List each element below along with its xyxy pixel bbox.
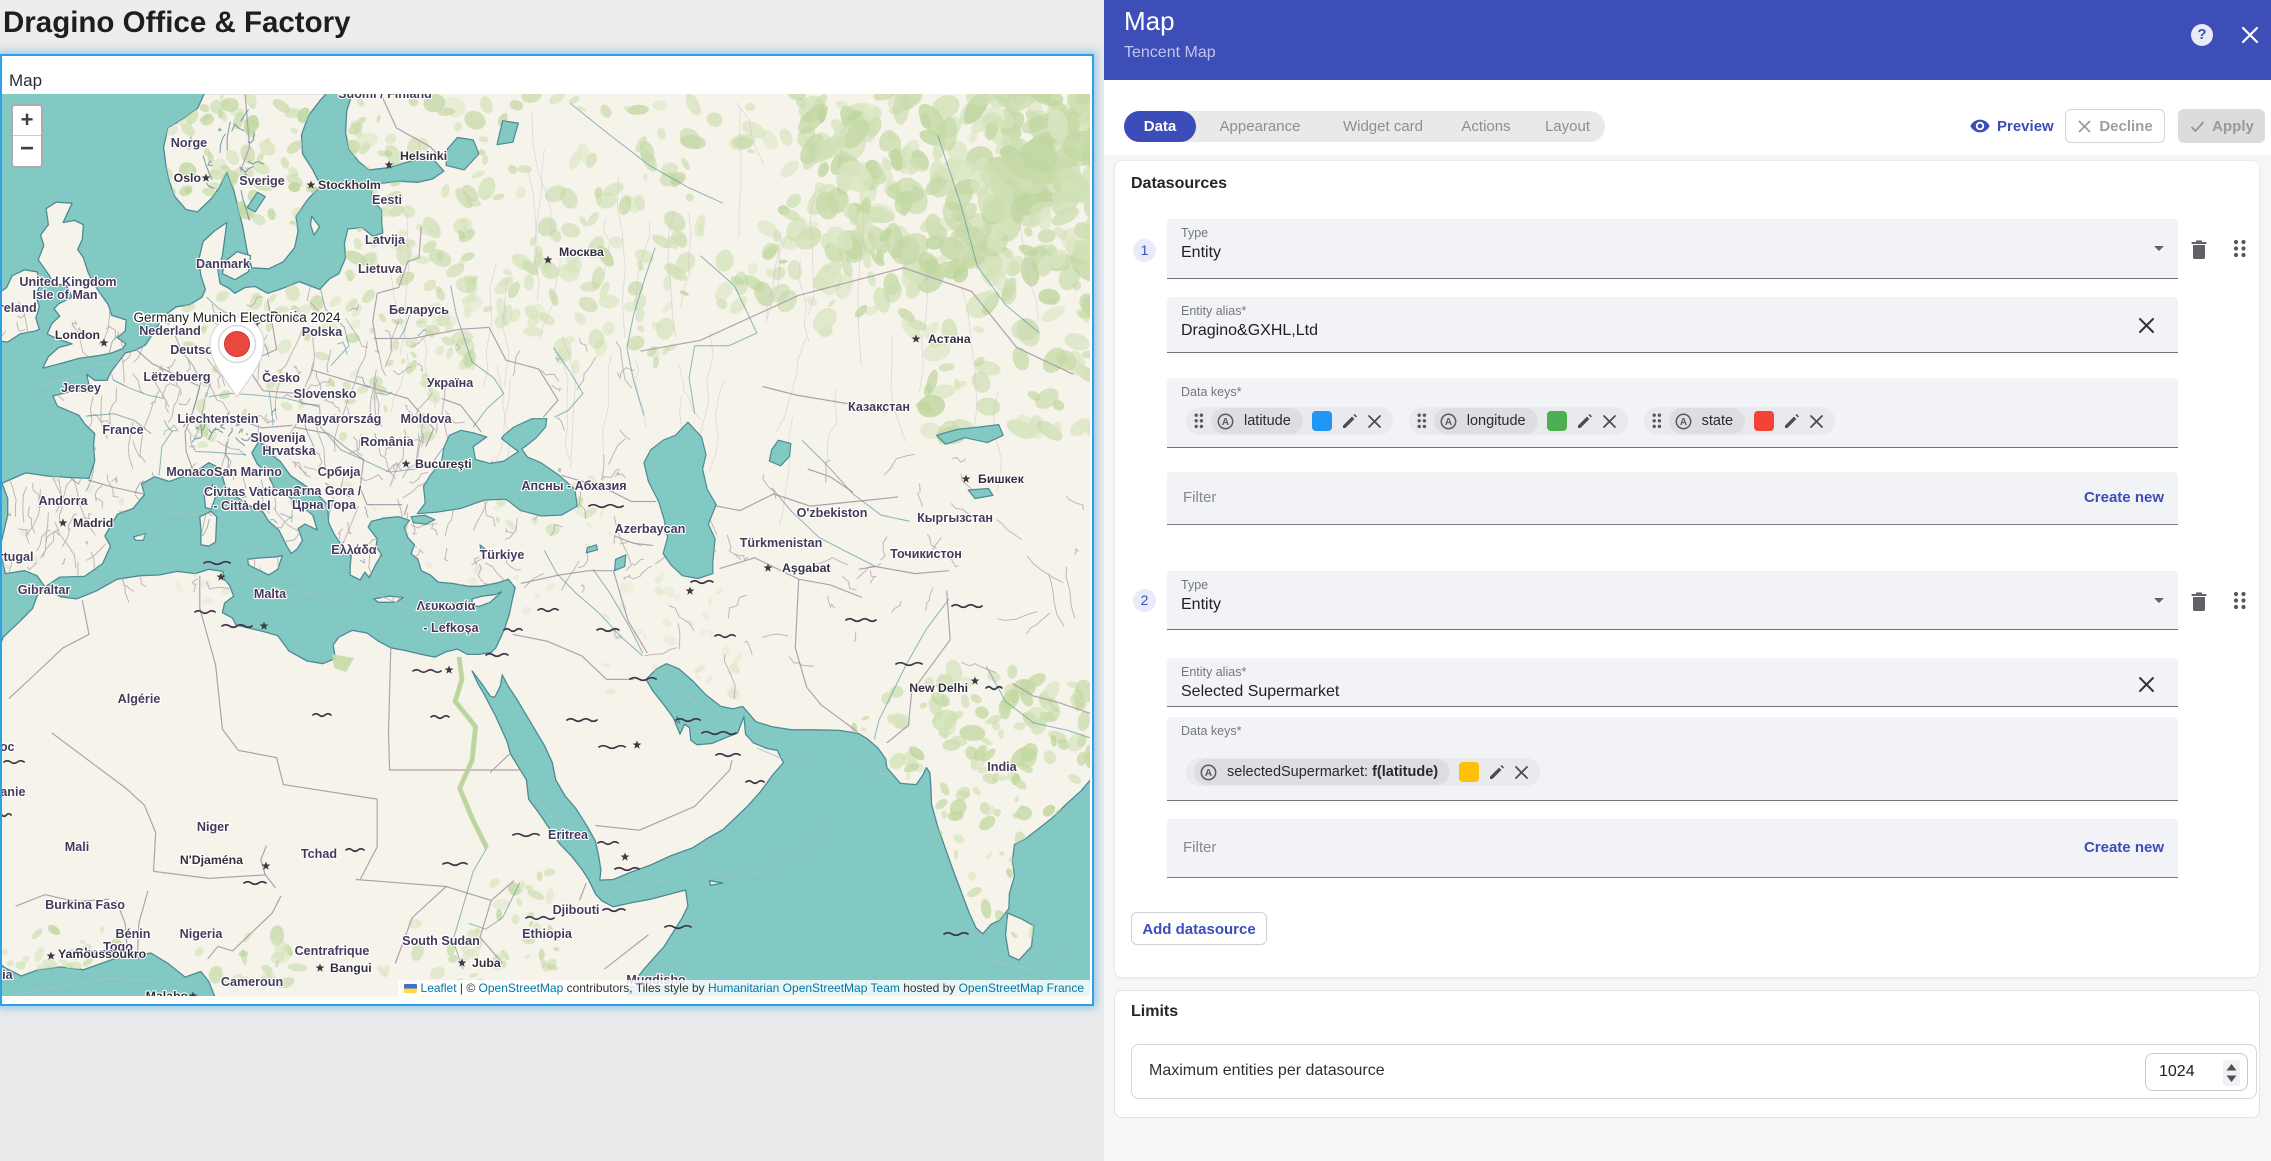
svg-text:Bucureşti: Bucureşti [415, 457, 472, 471]
svg-text:Hrvatska: Hrvatska [262, 444, 316, 458]
svg-text:London: London [55, 328, 100, 342]
svg-text:Україна: Україна [427, 376, 475, 390]
svg-text:Portugal: Portugal [2, 550, 34, 564]
svg-text:Latvija: Latvija [365, 233, 406, 247]
svg-text:Nigeria: Nigeria [180, 927, 224, 941]
svg-text:India: India [987, 760, 1017, 774]
svg-text:Malabo: Malabo [146, 989, 189, 996]
svg-text:Точикистон: Точикистон [890, 547, 962, 561]
svg-text:Madrid: Madrid [73, 516, 113, 530]
svg-text:Бишкек: Бишкек [978, 472, 1025, 486]
svg-text:Gibraltar: Gibraltar [18, 583, 71, 597]
svg-text:Algérie: Algérie [118, 692, 161, 706]
svg-text:A: A [1205, 768, 1212, 779]
svg-text:Астана: Астана [928, 332, 971, 346]
svg-text:Liberia: Liberia [2, 968, 14, 982]
svg-text:Moldova: Moldova [400, 412, 452, 426]
svg-text:Türkiye: Türkiye [480, 548, 525, 562]
svg-text:România: România [360, 435, 414, 449]
svg-text:Isle of Man: Isle of Man [32, 288, 97, 302]
svg-text:Ethiopia: Ethiopia [522, 927, 573, 941]
svg-text:Казакстан: Казакстан [848, 400, 910, 414]
svg-text:Maroc: Maroc [2, 740, 15, 754]
svg-text:Djibouti: Djibouti [553, 903, 600, 917]
svg-text:Lietuva: Lietuva [358, 262, 403, 276]
svg-text:Кыргызстан: Кыргызстан [917, 511, 993, 525]
svg-text:Slovenija: Slovenija [250, 431, 306, 445]
svg-text:Azerbaycan: Azerbaycan [615, 522, 686, 536]
svg-text:Bénin: Bénin [116, 927, 151, 941]
svg-text:A: A [1445, 417, 1452, 428]
svg-text:Mali: Mali [65, 840, 90, 854]
svg-text:Norge: Norge [171, 136, 207, 150]
svg-text:Germany Munich Electronica 202: Germany Munich Electronica 2024 [133, 310, 341, 325]
svg-text:South Sudan: South Sudan [402, 934, 480, 948]
svg-text:Centrafrique: Centrafrique [295, 944, 370, 958]
svg-text:Eesti: Eesti [372, 193, 402, 207]
svg-text:A: A [1222, 417, 1229, 428]
svg-text:Stockholm: Stockholm [318, 178, 381, 192]
svg-text:N'Djaména: N'Djaména [180, 853, 243, 867]
svg-text:Србија: Србија [318, 465, 362, 479]
svg-text:Polska: Polska [302, 325, 344, 339]
svg-text:San Marino: San Marino [214, 465, 282, 479]
svg-text:Magyarország: Magyarország [297, 412, 382, 426]
svg-text:France: France [102, 423, 143, 437]
svg-text:Suomi / Finland: Suomi / Finland [338, 94, 432, 101]
svg-text:Helsinki: Helsinki [400, 149, 447, 163]
svg-text:Niger: Niger [197, 820, 229, 834]
svg-text:Crna Gora /: Crna Gora / [293, 484, 362, 498]
svg-text:Andorra: Andorra [39, 494, 89, 508]
svg-text:Tchad: Tchad [301, 847, 337, 861]
svg-text:Беларусь: Беларусь [389, 303, 449, 317]
svg-text:Cameroun: Cameroun [221, 975, 283, 989]
svg-text:Danmark: Danmark [196, 257, 251, 271]
svg-text:Mauritanie: Mauritanie [2, 785, 25, 799]
svg-text:New Delhi: New Delhi [909, 681, 968, 695]
svg-text:Sverige: Sverige [239, 174, 285, 188]
svg-text:Апсны - Абхазия: Апсны - Абхазия [521, 479, 626, 493]
svg-text:Juba: Juba [472, 956, 501, 970]
svg-text:Yamoussoukro: Yamoussoukro [58, 947, 147, 961]
svg-text:Lëtzebuerg: Lëtzebuerg [143, 370, 210, 384]
svg-text:- Lefkoşa: - Lefkoşa [423, 621, 479, 635]
svg-text:Türkmenistan: Türkmenistan [740, 536, 823, 550]
svg-text:Česko: Česko [262, 370, 300, 385]
svg-text:United Kingdom: United Kingdom [19, 275, 116, 289]
svg-text:O'zbekiston: O'zbekiston [797, 506, 868, 520]
svg-text:Ireland: Ireland [2, 301, 37, 315]
svg-text:Москва: Москва [559, 245, 604, 259]
svg-text:Oslo: Oslo [174, 171, 202, 185]
svg-text:Slovensko: Slovensko [294, 387, 357, 401]
svg-text:A: A [1680, 417, 1687, 428]
svg-text:Λευκωσία: Λευκωσία [417, 599, 476, 613]
svg-text:Jersey: Jersey [61, 381, 101, 395]
svg-text:Burkina Faso: Burkina Faso [45, 898, 125, 912]
svg-text:Eritrea: Eritrea [548, 828, 589, 842]
svg-text:Aşgabat: Aşgabat [782, 561, 831, 575]
svg-text:Црна Гора: Црна Гора [292, 498, 357, 512]
svg-text:Ελλάδα: Ελλάδα [331, 543, 377, 557]
svg-text:- Città del: - Città del [213, 499, 270, 513]
svg-text:Liechtenstein: Liechtenstein [177, 412, 258, 426]
svg-text:Monaco: Monaco [166, 465, 214, 479]
svg-text:Malta: Malta [254, 587, 287, 601]
svg-text:Civitas Vaticana: Civitas Vaticana [204, 485, 301, 499]
svg-text:Nederland: Nederland [139, 324, 201, 338]
svg-text:Bangui: Bangui [330, 961, 372, 975]
